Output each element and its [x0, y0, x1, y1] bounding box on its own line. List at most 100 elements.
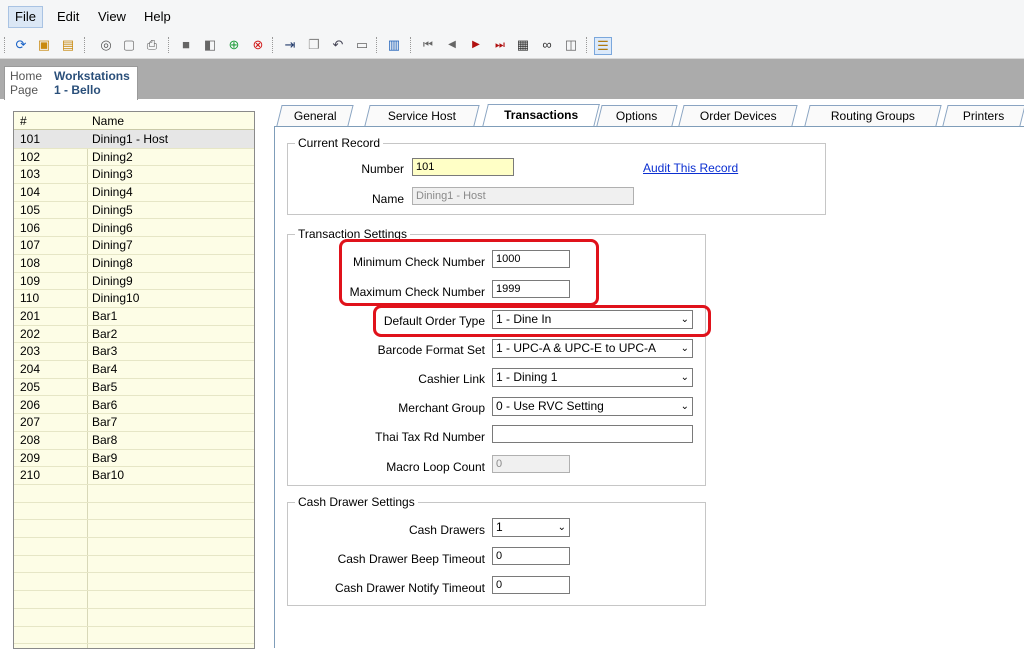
list-item[interactable] [14, 519, 254, 539]
next-icon[interactable]: ▶ [468, 37, 484, 53]
beep-timeout-field[interactable]: 0 [492, 547, 570, 565]
list-item[interactable]: 105 Dining5 [14, 201, 254, 220]
list-item[interactable]: 106 Dining6 [14, 219, 254, 238]
undo-icon[interactable]: ↶ [330, 37, 346, 53]
list-item[interactable]: 206 Bar6 [14, 396, 254, 415]
add-icon[interactable]: ⊕ [226, 37, 242, 53]
tab-service-host[interactable]: Service Host [364, 105, 480, 126]
list-item[interactable] [14, 555, 254, 574]
document-tab-strip: Home Page Workstations 1 - Bello [0, 59, 1024, 100]
beep-timeout-label: Cash Drawer Beep Timeout [337, 552, 485, 566]
list-item-name: Dining10 [92, 291, 140, 306]
menu-edit[interactable]: Edit [51, 7, 85, 27]
list-item[interactable]: 110 Dining10 [14, 289, 254, 308]
list-item[interactable]: 205 Bar5 [14, 378, 254, 397]
merchant-select[interactable]: 0 - Use RVC Setting ⌄ [492, 397, 693, 416]
workstations-document-tab[interactable]: Home Page Workstations 1 - Bello [4, 66, 138, 100]
window-icon[interactable]: ◫ [563, 37, 579, 53]
notify-timeout-field[interactable]: 0 [492, 576, 570, 594]
column-header-number[interactable]: # [20, 114, 27, 128]
list-item[interactable]: 109 Dining9 [14, 272, 254, 291]
list-item[interactable]: 207 Bar7 [14, 413, 254, 432]
number-field[interactable]: 101 [412, 158, 514, 176]
binoculars-icon[interactable]: ∞ [539, 37, 555, 53]
cashier-select[interactable]: 1 - Dining 1 ⌄ [492, 368, 693, 387]
save-all-icon[interactable]: ◧ [202, 37, 218, 53]
goto-icon[interactable]: ▦ [515, 37, 531, 53]
list-item[interactable]: 201 Bar1 [14, 307, 254, 326]
merchant-label: Merchant Group [398, 401, 485, 415]
column-header-name[interactable]: Name [92, 114, 124, 128]
list-item[interactable]: 202 Bar2 [14, 325, 254, 344]
copy-icon[interactable]: ❐ [306, 37, 322, 53]
list-item[interactable]: 107 Dining7 [14, 236, 254, 255]
circle-icon[interactable]: ◎ [98, 37, 114, 53]
list-item-number: 209 [20, 450, 41, 465]
list-item-number: 107 [20, 238, 41, 253]
document-tab-title: Workstations 1 - Bello [54, 69, 130, 97]
move-icon[interactable]: ⇥ [282, 37, 298, 53]
list-item-number: 103 [20, 167, 41, 182]
toolbar-separator [84, 37, 86, 53]
menu-help[interactable]: Help [138, 7, 177, 27]
tab-options[interactable]: Options [596, 105, 678, 126]
list-item[interactable]: 101 Dining1 - Host [14, 130, 254, 149]
list-item[interactable]: 208 Bar8 [14, 431, 254, 450]
order-type-highlight [373, 305, 711, 337]
print-icon[interactable]: ⎙ [144, 37, 160, 53]
list-item[interactable]: 209 Bar9 [14, 449, 254, 468]
browse-all-icon[interactable]: ▤ [60, 37, 76, 53]
tab-routing-groups[interactable]: Routing Groups [804, 105, 942, 126]
list-item[interactable]: 104 Dining4 [14, 183, 254, 202]
tab-order-devices[interactable]: Order Devices [678, 105, 798, 126]
menu-view[interactable]: View [92, 7, 132, 27]
list-item[interactable]: 108 Dining8 [14, 254, 254, 273]
list-item-name: Dining2 [92, 149, 133, 164]
home-page-link[interactable]: Home Page [10, 69, 42, 97]
toolbar-separator [376, 37, 378, 53]
list-item-number: 206 [20, 397, 41, 412]
toolbar: ⟳ ▣ ▤ ◎ ▢ ⎙ ■ ◧ ⊕ ⊗ ⇥ ❐ ↶ ▭ ▥ ⏮ ◀ ▶ ⏭ ▦ … [0, 33, 1024, 59]
list-item[interactable] [14, 573, 254, 592]
cash-drawers-select[interactable]: 1 ⌄ [492, 518, 570, 537]
list-item[interactable]: 203 Bar3 [14, 342, 254, 362]
audit-record-link[interactable]: Audit This Record [643, 161, 738, 175]
tab-label: Routing Groups [830, 109, 915, 123]
last-icon[interactable]: ⏭ [492, 37, 508, 53]
delete-icon[interactable]: ⊗ [250, 37, 266, 53]
list-item-name: Dining1 - Host [92, 132, 169, 146]
list-item-number: 203 [20, 344, 41, 359]
list-item[interactable] [14, 502, 254, 521]
thai-tax-field[interactable] [492, 425, 693, 443]
chevron-down-icon: ⌄ [680, 343, 689, 354]
cash-drawer-group: Cash Drawer Settings Cash Drawers 1 ⌄ Cas… [287, 495, 706, 606]
prev-icon[interactable]: ◀ [444, 37, 460, 53]
list-item[interactable] [14, 590, 254, 609]
list-item[interactable]: 210 Bar10 [14, 466, 254, 485]
list-item[interactable] [14, 608, 254, 627]
list-item[interactable]: 102 Dining2 [14, 148, 254, 167]
tab-label: General [293, 109, 337, 123]
list-item[interactable] [14, 626, 254, 645]
paste-icon[interactable]: ▭ [354, 37, 370, 53]
list-item-name: Dining3 [92, 167, 133, 182]
list-item[interactable]: 103 Dining3 [14, 165, 254, 185]
menu-file[interactable]: File [8, 6, 43, 28]
list-item[interactable] [14, 484, 254, 503]
document-tab-title-line2: 1 - Bello [54, 83, 101, 97]
first-icon[interactable]: ⏮ [420, 37, 436, 53]
tab-printers[interactable]: Printers [942, 105, 1024, 126]
document-icon[interactable]: ▢ [121, 37, 137, 53]
tab-general[interactable]: General [276, 105, 354, 126]
browse-icon[interactable]: ▣ [36, 37, 52, 53]
grid-view-icon[interactable]: ☰ [594, 37, 612, 55]
list-item[interactable]: 204 Bar4 [14, 360, 254, 379]
save-icon[interactable]: ■ [178, 37, 194, 53]
list-item[interactable] [14, 537, 254, 556]
panel-icon[interactable]: ▥ [386, 37, 402, 53]
tab-transactions[interactable]: Transactions [482, 104, 600, 127]
barcode-select[interactable]: 1 - UPC-A & UPC-E to UPC-A ⌄ [492, 339, 693, 358]
cashier-label: Cashier Link [418, 372, 485, 386]
record-list: # Name 101 Dining1 - Host 102 Dining2 103 Din… [13, 111, 255, 649]
refresh-icon[interactable]: ⟳ [13, 37, 29, 53]
